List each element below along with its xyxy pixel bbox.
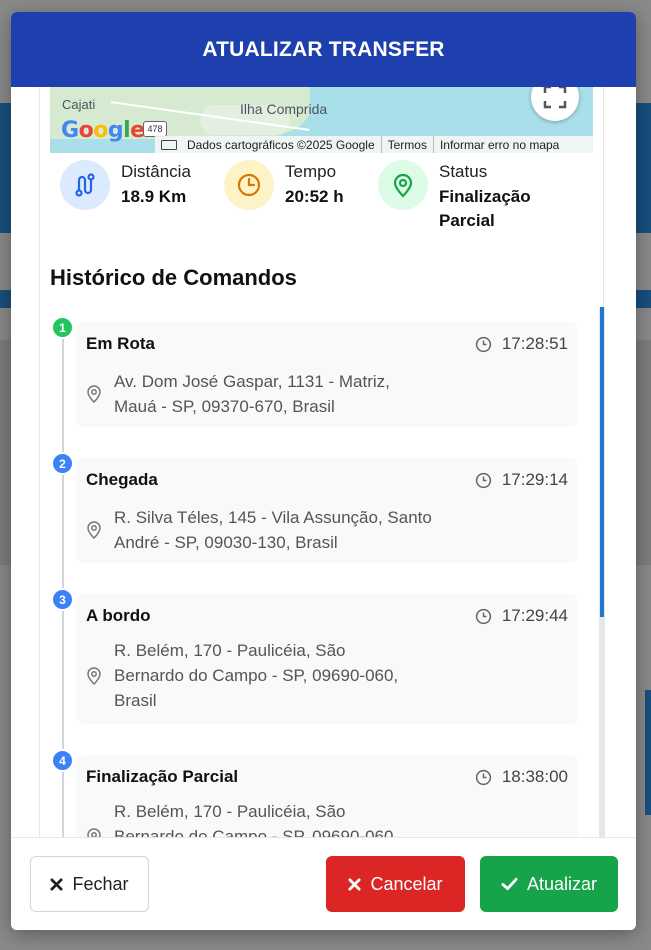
location-pin-icon (87, 521, 101, 539)
road-shield: 478 (143, 121, 167, 137)
timeline-item: 1 Em Rota 17:28:51 Av. Dom José Gaspar, … (51, 316, 578, 427)
close-icon (50, 877, 64, 891)
map-report-link[interactable]: Informar erro no mapa (440, 138, 559, 152)
clock-icon (224, 160, 274, 210)
location-pin-icon (87, 827, 101, 837)
status-stat: Status Finalização Parcial (378, 160, 549, 233)
step-number-badge: 3 (51, 588, 74, 611)
distance-label: Distância (121, 162, 191, 181)
command-title: Chegada (86, 470, 158, 489)
clock-icon (475, 336, 491, 352)
route-icon (60, 160, 110, 210)
clock-icon (475, 472, 491, 488)
modal-body[interactable]: Cajati Ilha Comprida Google 478 Dados ca… (11, 87, 636, 837)
update-transfer-modal: ATUALIZAR TRANSFER Cajati Ilha Comprida … (11, 12, 636, 930)
update-button[interactable]: Atualizar (480, 856, 618, 912)
command-time: 18:38:00 (475, 767, 568, 787)
route-stats: Distância 18.9 Km Tempo 20:52 h Status F… (58, 160, 588, 240)
timeline-item: 2 Chegada 17:29:14 R. Silva Téles, 145 -… (51, 452, 578, 563)
location-pin-icon (378, 160, 428, 210)
history-title: Histórico de Comandos (50, 265, 297, 290)
command-history-timeline[interactable]: 1 Em Rota 17:28:51 Av. Dom José Gaspar, … (40, 307, 605, 837)
fullscreen-icon (543, 87, 567, 109)
clock-icon (475, 608, 491, 624)
step-number-badge: 1 (51, 316, 74, 339)
fullscreen-button[interactable] (531, 87, 579, 121)
clock-icon (475, 769, 491, 785)
step-number-badge: 2 (51, 452, 74, 475)
command-address: Av. Dom José Gaspar, 1131 - Matriz, Mauá… (86, 369, 414, 419)
timeline-scrollbar[interactable] (599, 307, 605, 837)
step-number-badge: 4 (51, 749, 74, 772)
keyboard-shortcuts-icon[interactable] (161, 139, 177, 150)
check-icon (501, 877, 518, 891)
command-address: R. Belém, 170 - Paulicéia, São Bernardo … (86, 799, 404, 837)
google-logo: Google (61, 118, 145, 143)
background-side (645, 690, 651, 815)
command-address: R. Belém, 170 - Paulicéia, São Bernardo … (86, 638, 404, 713)
timeline-item: 3 A bordo 17:29:44 R. Belém, 170 - Pauli… (51, 588, 578, 724)
time-stat: Tempo 20:52 h (224, 160, 344, 210)
modal-footer: Fechar Cancelar Atualizar (11, 837, 636, 930)
distance-value: 18.9 Km (121, 187, 187, 206)
map-city-label: Cajati (62, 97, 96, 112)
scrollbar-thumb[interactable] (600, 307, 604, 617)
command-time: 17:28:51 (475, 334, 568, 354)
time-value: 20:52 h (285, 187, 344, 206)
timeline-item: 4 Finalização Parcial 18:38:00 R. Belém,… (51, 749, 578, 837)
map-attribution: Dados cartográficos ©2025 Google (187, 137, 375, 152)
status-label: Status (439, 162, 488, 181)
map-terms-link[interactable]: Termos (388, 138, 427, 152)
command-title: Finalização Parcial (86, 767, 239, 786)
modal-title: ATUALIZAR TRANSFER (202, 37, 445, 61)
transfer-card: Cajati Ilha Comprida Google 478 Dados ca… (39, 87, 605, 837)
command-time: 17:29:44 (475, 606, 568, 626)
map-attribution-bar: Dados cartográficos ©2025 Google Termos … (155, 136, 593, 153)
close-icon (348, 877, 362, 891)
close-button[interactable]: Fechar (30, 856, 149, 912)
location-pin-icon (87, 385, 101, 403)
location-pin-icon (87, 666, 101, 685)
cancel-button[interactable]: Cancelar (326, 856, 465, 912)
command-time: 17:29:14 (475, 470, 568, 490)
map-place-label: Ilha Comprida (240, 101, 328, 117)
route-map[interactable]: Cajati Ilha Comprida Google 478 Dados ca… (50, 87, 593, 153)
modal-header: ATUALIZAR TRANSFER (11, 12, 636, 87)
distance-stat: Distância 18.9 Km (60, 160, 191, 210)
time-label: Tempo (285, 162, 337, 181)
command-address: R. Silva Téles, 145 - Vila Assunção, San… (86, 505, 434, 555)
command-title: A bordo (86, 606, 151, 625)
status-value: Finalização Parcial (439, 187, 531, 230)
command-title: Em Rota (86, 334, 155, 353)
